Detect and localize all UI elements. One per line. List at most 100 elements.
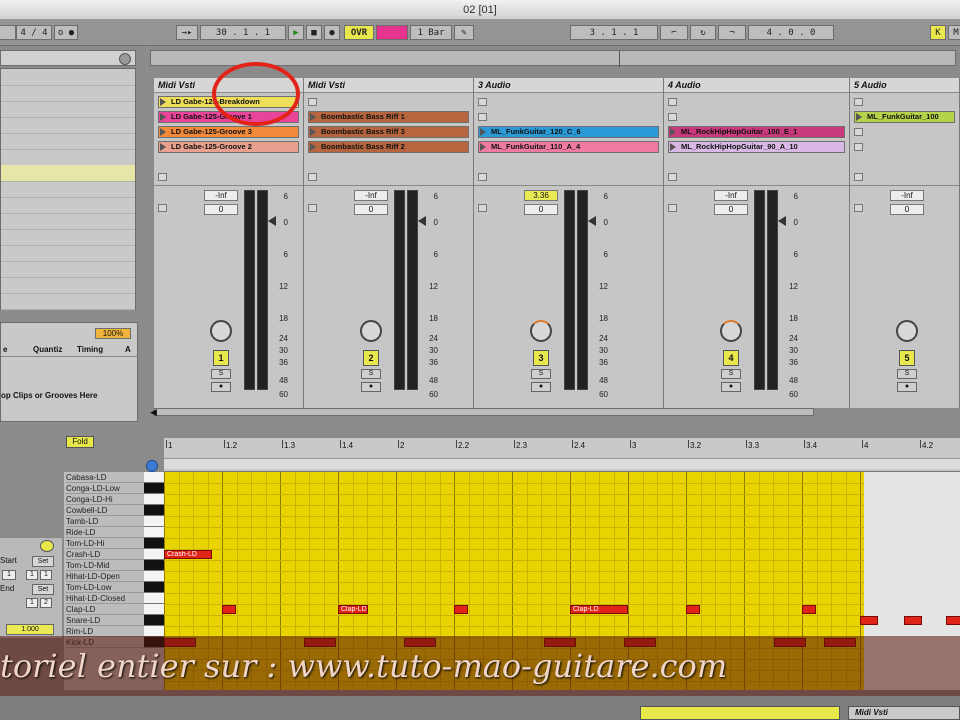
solo-button[interactable]: S — [721, 369, 741, 379]
clip-slot[interactable]: Boombastic Bass Riff 2 — [308, 141, 469, 153]
track-title[interactable]: Midi Vsti — [304, 78, 473, 93]
track-volume-readout[interactable]: 3.36 — [524, 190, 558, 201]
track-title[interactable]: 5 Audio — [850, 78, 959, 93]
track-pan-readout[interactable]: 0 — [354, 204, 388, 215]
stop-button[interactable]: ■ — [306, 25, 322, 40]
drum-lane-label[interactable]: Conga-LD-Low — [66, 483, 144, 494]
midi-note[interactable] — [686, 605, 700, 614]
drum-lane-label[interactable]: Hihat-LD-Open — [66, 571, 144, 582]
browser-row[interactable] — [1, 181, 135, 198]
piano-key[interactable] — [144, 483, 164, 494]
key-map-button[interactable]: K — [930, 25, 946, 40]
browser-row[interactable] — [1, 261, 135, 278]
pan-knob[interactable] — [720, 320, 742, 342]
midi-note[interactable] — [946, 616, 960, 625]
clip-launch-icon[interactable] — [310, 143, 316, 151]
browser-row[interactable] — [1, 117, 135, 134]
clip-activator-icon[interactable] — [40, 540, 54, 552]
piano-key[interactable] — [144, 604, 164, 615]
beat-ruler[interactable]: 1 1.2 1.3 1.4 2 2.2 2.3 2.4 3 3.2 3.3 3.4 4 4.2 — [164, 438, 960, 472]
clip-launch-icon[interactable] — [670, 143, 676, 151]
empty-slot-stop-icon[interactable] — [308, 173, 317, 181]
clip-slot[interactable]: LD Gabe-125-Groove 3 — [158, 126, 299, 138]
pan-knob[interactable] — [530, 320, 552, 342]
piano-key[interactable] — [144, 505, 164, 516]
follow-button[interactable]: →▸ — [176, 25, 198, 40]
clip-slot[interactable]: ML_FunkGuitar_110_A_4 — [478, 141, 659, 153]
empty-slot-stop-icon[interactable] — [854, 173, 863, 181]
pan-knob[interactable] — [360, 320, 382, 342]
clip-value-field[interactable]: 1.000 — [6, 624, 54, 635]
track-title[interactable]: 3 Audio — [474, 78, 663, 93]
song-position[interactable]: 30 . 1 . 1 — [200, 25, 286, 40]
browser-row[interactable] — [1, 85, 135, 102]
drum-lane-label[interactable]: Ride-LD — [66, 527, 144, 538]
midi-map-button[interactable]: M — [948, 25, 960, 40]
empty-slot-stop-icon[interactable] — [854, 143, 863, 151]
track-pan-readout[interactable]: 0 — [890, 204, 924, 215]
midi-note[interactable] — [802, 605, 816, 614]
piano-key[interactable] — [144, 549, 164, 560]
browser-row[interactable] — [1, 133, 135, 150]
empty-slot-stop-icon[interactable] — [854, 98, 863, 106]
empty-slot-stop-icon[interactable] — [668, 98, 677, 106]
track-volume-readout[interactable]: -Inf — [354, 190, 388, 201]
start-set-button[interactable]: Set — [32, 556, 54, 567]
empty-slot-stop-icon[interactable] — [158, 173, 167, 181]
browser-row[interactable] — [1, 69, 135, 86]
piano-key[interactable] — [144, 538, 164, 549]
midi-note[interactable]: Crash-LD — [164, 550, 212, 559]
empty-slot-stop-icon[interactable] — [668, 113, 677, 121]
solo-button[interactable]: S — [361, 369, 381, 379]
clip-launch-icon[interactable] — [160, 128, 166, 136]
clip-launch-icon[interactable] — [480, 143, 486, 151]
start-beat[interactable]: 1 — [26, 570, 38, 580]
solo-button[interactable]: S — [897, 369, 917, 379]
track-title[interactable]: 4 Audio — [664, 78, 849, 93]
browser-row[interactable] — [1, 197, 135, 214]
clip-launch-icon[interactable] — [670, 128, 676, 136]
midi-note[interactable] — [860, 616, 878, 625]
drum-lane-label[interactable]: Tom-LD-Low — [66, 582, 144, 593]
track-activator-button[interactable]: 3 — [533, 350, 549, 366]
arm-button[interactable]: ● — [211, 382, 231, 392]
browser-list[interactable] — [0, 68, 136, 310]
empty-slot-stop-icon[interactable] — [308, 98, 317, 106]
bottom-clip-bar[interactable] — [640, 706, 840, 720]
quantize-menu[interactable]: 1 Bar — [410, 25, 452, 40]
overdub-button[interactable]: OVR — [344, 25, 374, 40]
end-beat[interactable]: 1 — [26, 598, 38, 608]
end-sixteenth[interactable]: 2 — [40, 598, 52, 608]
drum-lane-label[interactable]: Hihat-LD-Closed — [66, 593, 144, 604]
clip-slot[interactable]: ML_RockHipHopGuitar_90_A_10 — [668, 141, 845, 153]
browser-row[interactable] — [1, 213, 135, 230]
clip-slot[interactable]: ML_FunkGuitar_120_C_6 — [478, 126, 659, 138]
midi-note[interactable]: Clap-LD — [338, 605, 368, 614]
track-volume-readout[interactable]: -Inf — [890, 190, 924, 201]
track-pan-readout[interactable]: 0 — [524, 204, 558, 215]
piano-key[interactable] — [144, 582, 164, 593]
clip-slot[interactable]: ML_RockHipHopGuitar_100_E_1 — [668, 126, 845, 138]
piano-key[interactable] — [144, 472, 164, 483]
drum-lane-label[interactable]: Tom-LD-Mid — [66, 560, 144, 571]
drum-lane-label[interactable]: Crash-LD — [66, 549, 144, 560]
pan-knob[interactable] — [896, 320, 918, 342]
clip-slot[interactable]: Boombastic Bass Riff 3 — [308, 126, 469, 138]
arm-button[interactable]: ● — [897, 382, 917, 392]
empty-slot-stop-icon[interactable] — [478, 98, 487, 106]
loop-brace[interactable] — [164, 458, 960, 469]
empty-slot-stop-icon[interactable] — [668, 173, 677, 181]
solo-button[interactable]: S — [211, 369, 231, 379]
groove-amount[interactable]: 100% — [95, 328, 131, 339]
clip-launch-icon[interactable] — [856, 113, 862, 121]
clip-launch-icon[interactable] — [310, 128, 316, 136]
drum-lane-label[interactable]: Cowbell-LD — [66, 505, 144, 516]
browser-row[interactable] — [1, 293, 135, 310]
clip-launch-icon[interactable] — [160, 113, 166, 121]
session-scrollbar[interactable] — [154, 408, 814, 416]
piano-key[interactable] — [144, 560, 164, 571]
browser-row-selected[interactable] — [1, 165, 135, 182]
piano-key[interactable] — [144, 527, 164, 538]
clip-slot[interactable]: Boombastic Bass Riff 1 — [308, 111, 469, 123]
track-activator-button[interactable]: 4 — [723, 350, 739, 366]
